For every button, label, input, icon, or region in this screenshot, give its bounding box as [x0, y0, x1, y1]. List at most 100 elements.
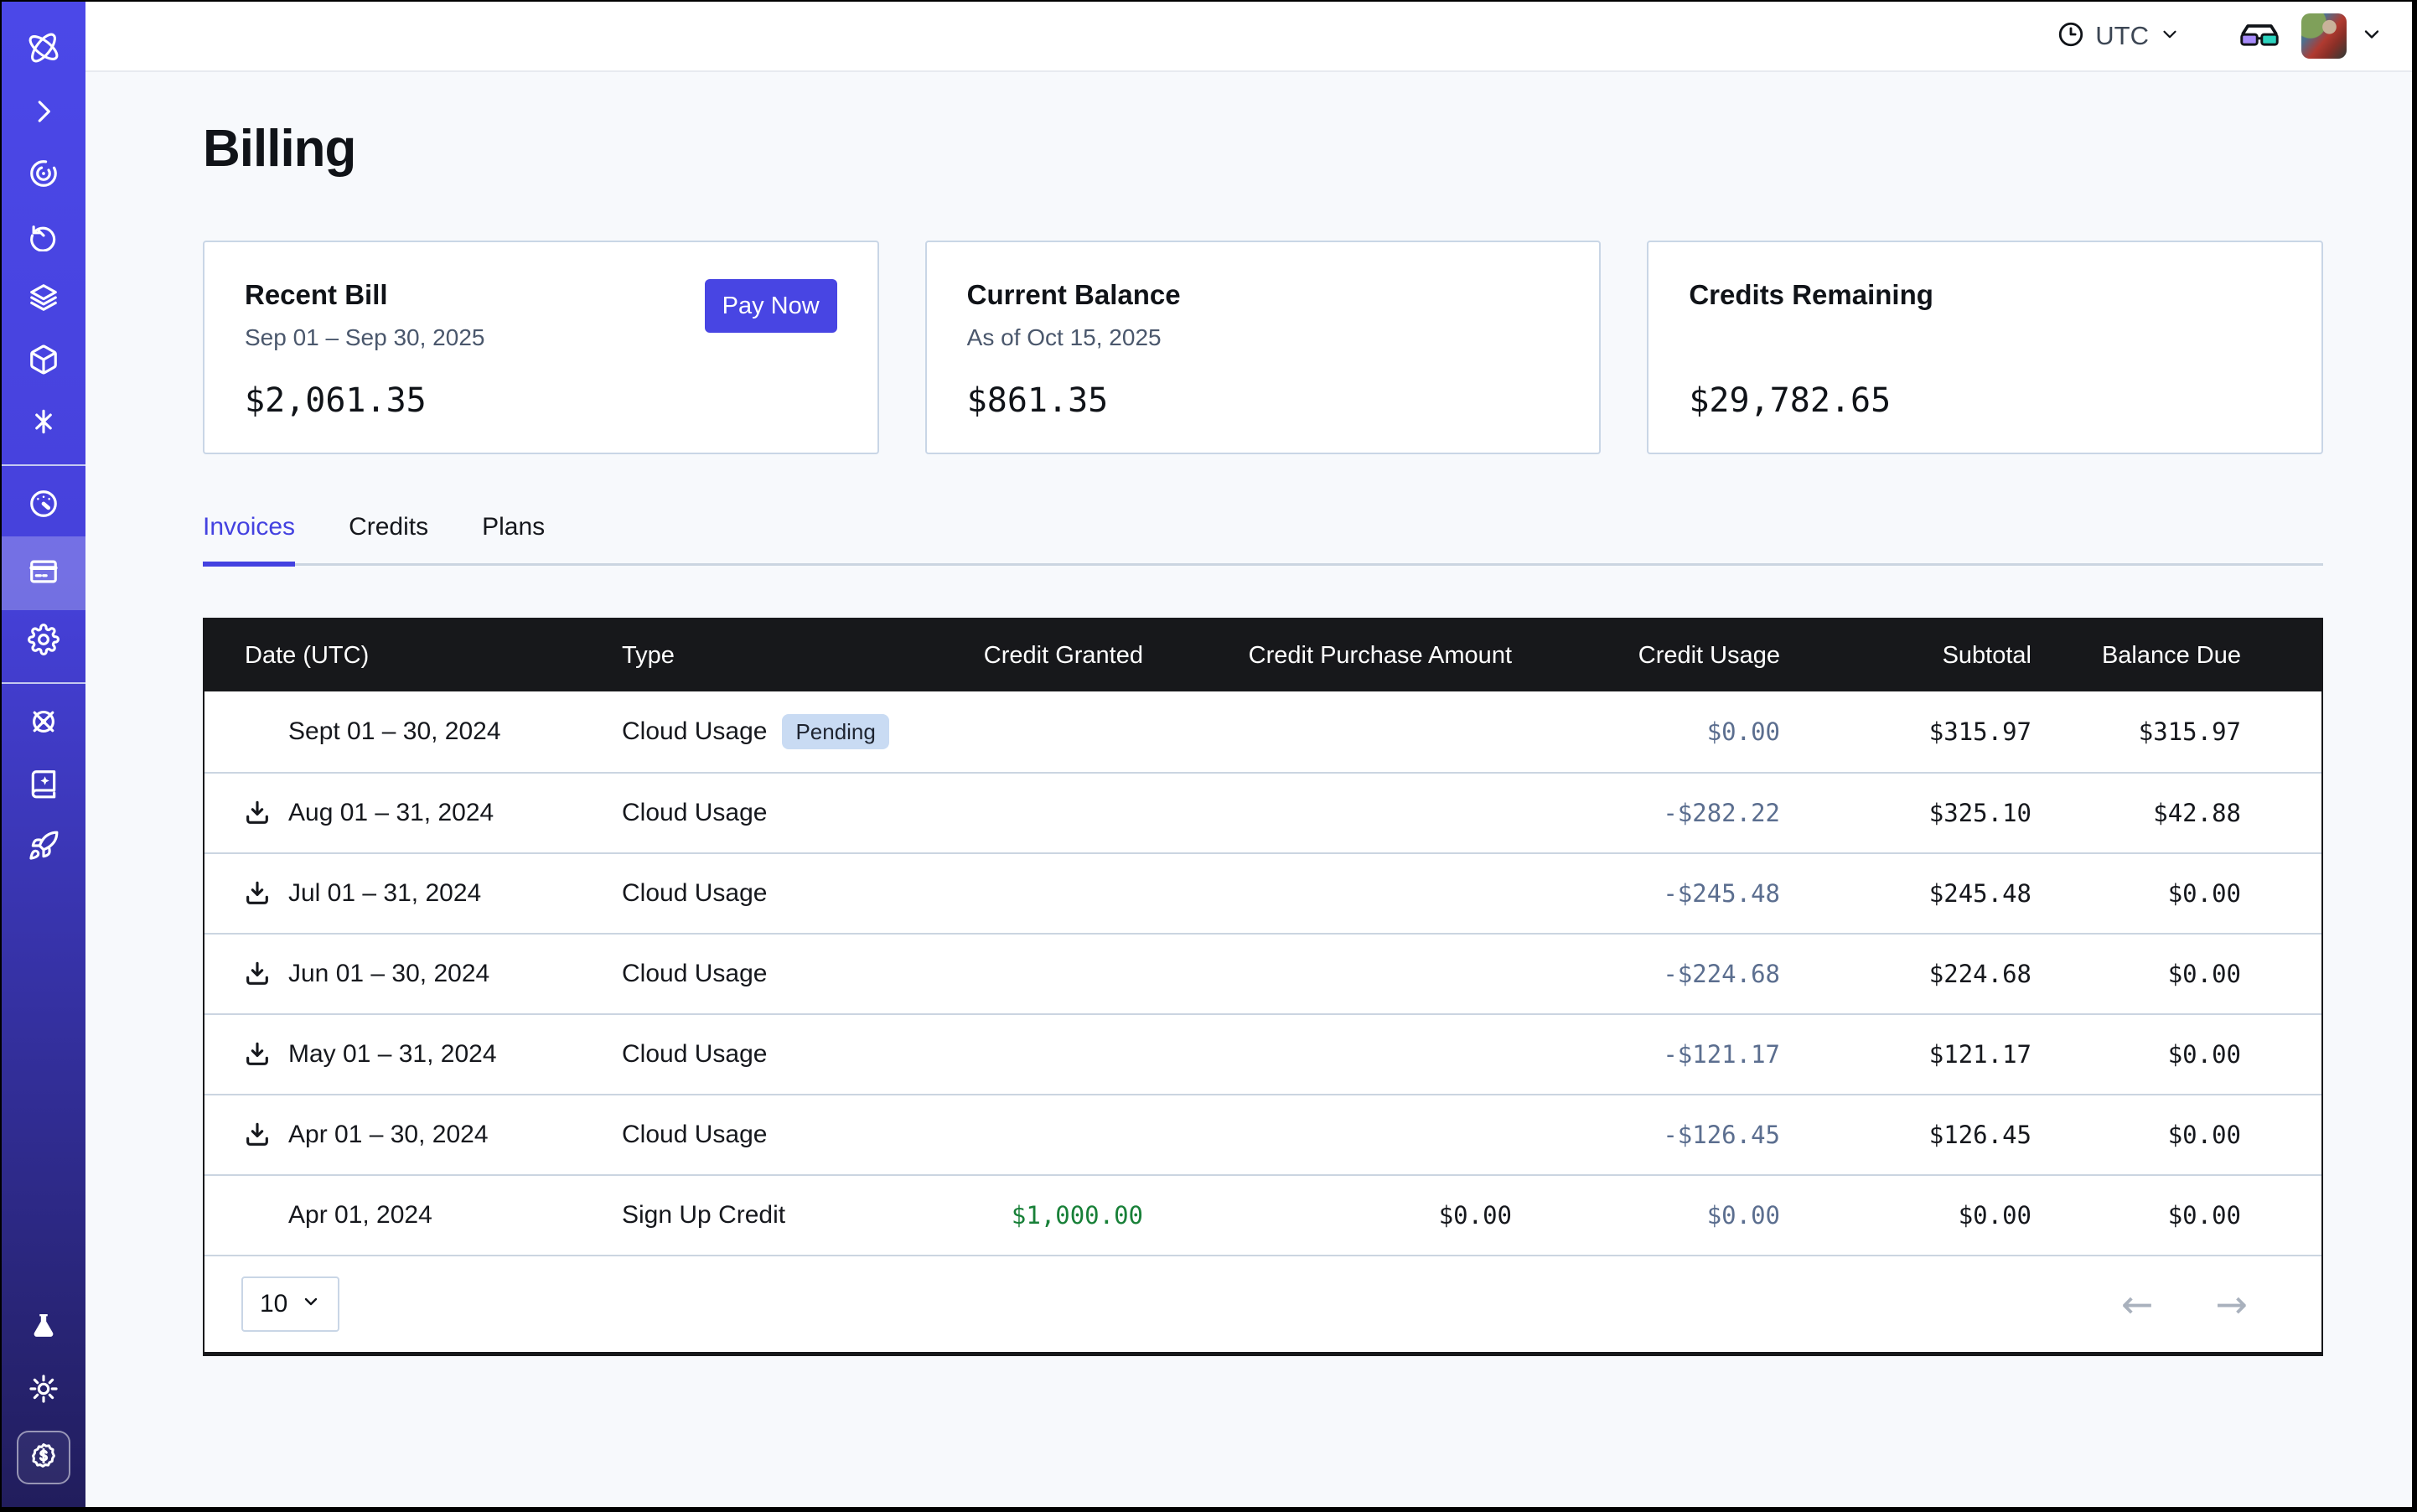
- table-row: May 01 – 31, 2024 Cloud Usage -$121.17 $…: [204, 1013, 2321, 1094]
- dollar-badge-icon: [28, 1441, 59, 1475]
- download-invoice-button[interactable]: [243, 878, 273, 909]
- balance-due-value: $0.00: [2031, 879, 2321, 908]
- invoice-type: Cloud Usage: [622, 717, 767, 746]
- sidebar-item-fleet[interactable]: [2, 692, 85, 754]
- page-title: Billing: [203, 119, 2323, 179]
- subtotal-value: $315.97: [1780, 717, 2031, 746]
- download-invoice-button[interactable]: [243, 1120, 273, 1150]
- glasses-icon[interactable]: [2239, 22, 2280, 50]
- chevron-down-icon: [2159, 23, 2181, 49]
- invoice-type: Cloud Usage: [622, 960, 767, 988]
- column-header-credit-granted: Credit Granted: [965, 642, 1143, 670]
- chevron-down-icon[interactable]: [2360, 23, 2383, 50]
- subtotal-value: $0.00: [1780, 1201, 2031, 1230]
- pager: ← →: [2121, 1285, 2248, 1323]
- invoice-type: Cloud Usage: [622, 799, 767, 827]
- tab-plans[interactable]: Plans: [482, 513, 545, 563]
- pay-now-button[interactable]: Pay Now: [705, 279, 837, 333]
- invoice-date: Jul 01 – 31, 2024: [288, 879, 481, 908]
- sidebar-item-packages[interactable]: [2, 330, 85, 392]
- date-cell: Jun 01 – 30, 2024: [204, 959, 622, 989]
- download-invoice-button[interactable]: [243, 798, 273, 828]
- invoice-date: Jun 01 – 30, 2024: [288, 960, 489, 988]
- date-cell: Jul 01 – 31, 2024: [204, 878, 622, 909]
- sidebar-item-docs[interactable]: [2, 754, 85, 816]
- recent-bill-amount: $2,061.35: [245, 381, 837, 420]
- sidebar-item-settings[interactable]: [2, 610, 85, 672]
- timezone-label: UTC: [2095, 21, 2149, 51]
- sidebar-item-billing[interactable]: [2, 536, 85, 610]
- date-cell: Apr 01 – 30, 2024: [204, 1120, 622, 1150]
- invoice-type: Cloud Usage: [622, 879, 767, 908]
- layers-icon: [28, 282, 60, 318]
- subtotal-value: $121.17: [1780, 1040, 2031, 1069]
- sidebar-item-theme[interactable]: [2, 1359, 85, 1421]
- billing-card-icon: [28, 556, 60, 592]
- card-title: Recent Bill: [245, 279, 484, 311]
- user-avatar[interactable]: [2301, 13, 2347, 59]
- credit-usage-value: -$126.45: [1512, 1121, 1780, 1149]
- sidebar-item-layers[interactable]: [2, 268, 85, 330]
- type-cell: Cloud Usage: [622, 960, 965, 988]
- credit-usage-value: $0.00: [1512, 717, 1780, 746]
- sidebar-item-launch[interactable]: [2, 816, 85, 878]
- current-balance-amount: $861.35: [967, 381, 1560, 420]
- gear-icon: [28, 624, 60, 660]
- sidebar-item-labs[interactable]: [2, 1297, 85, 1359]
- credit-usage-value: -$224.68: [1512, 960, 1780, 988]
- page-size-select[interactable]: 10: [241, 1276, 339, 1332]
- timezone-selector[interactable]: UTC: [2057, 20, 2181, 53]
- card-subtitle: [1689, 324, 2281, 353]
- sun-icon: [28, 1373, 60, 1409]
- balance-due-value: $0.00: [2031, 1040, 2321, 1069]
- clock-icon: [2057, 20, 2085, 53]
- subtotal-value: $325.10: [1780, 799, 2031, 827]
- sidebar-item-observe[interactable]: [2, 144, 85, 206]
- asterisk-icon: [28, 406, 60, 442]
- tab-credits[interactable]: Credits: [349, 513, 428, 563]
- tab-invoices[interactable]: Invoices: [203, 513, 295, 567]
- balance-due-value: $42.88: [2031, 799, 2321, 827]
- table-header: Date (UTC) Type Credit Granted Credit Pu…: [204, 619, 2321, 691]
- card-subtitle: Sep 01 – Sep 30, 2025: [245, 324, 484, 353]
- type-cell: Cloud Usage Pending: [622, 714, 965, 749]
- sidebar-item-usage[interactable]: [2, 474, 85, 536]
- download-invoice-button[interactable]: [243, 959, 273, 989]
- invoice-date: Aug 01 – 31, 2024: [288, 799, 494, 827]
- type-cell: Cloud Usage: [622, 799, 965, 827]
- download-icon: [243, 1121, 272, 1149]
- history-clock-icon: [28, 220, 60, 256]
- type-cell: Cloud Usage: [622, 879, 965, 908]
- credit-usage-value: -$245.48: [1512, 879, 1780, 908]
- chevron-right-icon: [28, 96, 60, 132]
- balance-due-value: $0.00: [2031, 1201, 2321, 1230]
- download-invoice-button[interactable]: [243, 1039, 273, 1069]
- invoice-type: Cloud Usage: [622, 1040, 767, 1069]
- type-cell: Cloud Usage: [622, 1121, 965, 1149]
- page-size-value: 10: [260, 1290, 287, 1318]
- invoice-date: Sept 01 – 30, 2024: [288, 717, 501, 746]
- billing-tabs: Invoices Credits Plans: [203, 513, 2323, 566]
- sidebar-item-credits[interactable]: [2, 1421, 85, 1494]
- previous-page-button[interactable]: ←: [2121, 1285, 2154, 1323]
- sidebar-item-logo[interactable]: [2, 2, 85, 82]
- sidebar-item-functions[interactable]: [2, 392, 85, 454]
- summary-cards: Recent Bill Sep 01 – Sep 30, 2025 Pay No…: [203, 241, 2323, 454]
- recent-bill-card: Recent Bill Sep 01 – Sep 30, 2025 Pay No…: [203, 241, 879, 454]
- column-header-type: Type: [622, 642, 965, 670]
- sidebar-item-expand[interactable]: [2, 82, 85, 144]
- rocket-icon: [28, 830, 60, 866]
- column-header-credit-purchase: Credit Purchase Amount: [1143, 642, 1512, 670]
- date-cell: Aug 01 – 31, 2024: [204, 798, 622, 828]
- invoice-date: May 01 – 31, 2024: [288, 1040, 497, 1069]
- dollar-badge-button[interactable]: [17, 1431, 70, 1484]
- sidebar-item-history[interactable]: [2, 206, 85, 268]
- subtotal-value: $224.68: [1780, 960, 2031, 988]
- card-title: Credits Remaining: [1689, 279, 2281, 311]
- next-page-button[interactable]: →: [2215, 1285, 2248, 1323]
- table-row: Aug 01 – 31, 2024 Cloud Usage -$282.22 $…: [204, 772, 2321, 852]
- sidebar-divider: [2, 682, 85, 684]
- orbit-logo-icon: [24, 28, 63, 71]
- chevron-down-icon: [301, 1290, 321, 1318]
- card-title: Current Balance: [967, 279, 1560, 311]
